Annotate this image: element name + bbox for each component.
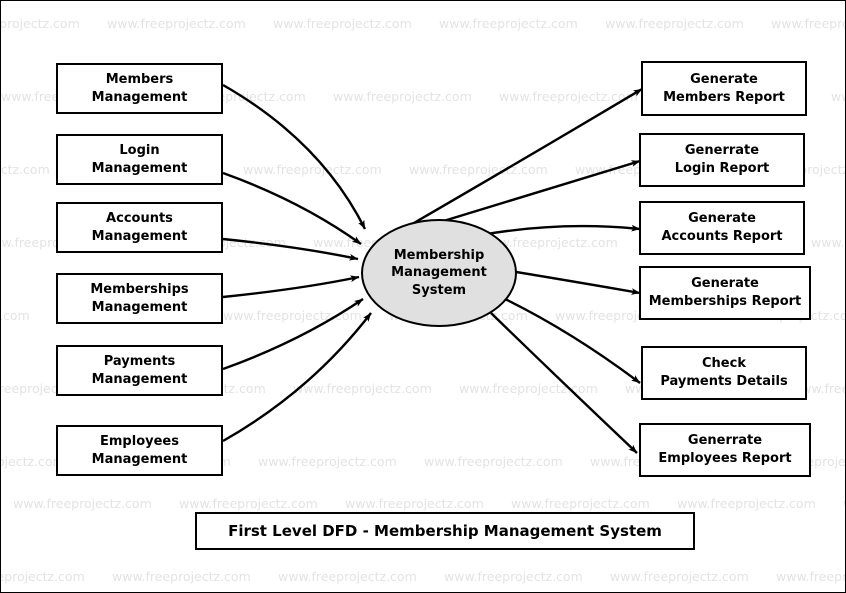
external-entity-accounts-management[interactable]: Accounts Management bbox=[56, 202, 223, 253]
process-label-line1: Membership bbox=[393, 247, 485, 263]
entity-label-line2: Management bbox=[91, 160, 188, 176]
entity-label-line2: Management bbox=[91, 89, 188, 105]
external-entity-employees-management[interactable]: Employees Management bbox=[56, 425, 223, 476]
entity-label-line1: Check bbox=[702, 356, 746, 372]
entity-label-line1: Memberships bbox=[90, 281, 189, 297]
entity-label-line1: Payments bbox=[103, 353, 176, 369]
external-entity-memberships-management[interactable]: Memberships Management bbox=[56, 273, 223, 324]
external-entity-payments-management[interactable]: Payments Management bbox=[56, 345, 223, 396]
external-entity-generrate-login-report[interactable]: Generrate Login Report bbox=[639, 133, 805, 187]
entity-label-line1: Accounts bbox=[106, 210, 173, 226]
external-entity-generate-memberships-report[interactable]: Generate Memberships Report bbox=[639, 266, 811, 320]
external-entity-generate-members-report[interactable]: Generate Members Report bbox=[641, 61, 807, 116]
entity-label-line2: Management bbox=[91, 371, 188, 387]
entity-label-line2: Payments Details bbox=[660, 374, 788, 389]
external-entity-generate-accounts-report[interactable]: Generate Accounts Report bbox=[639, 201, 805, 255]
entity-label-line2: Memberships Report bbox=[648, 294, 802, 309]
external-entity-check-payments-details[interactable]: Check Payments Details bbox=[641, 346, 807, 400]
entity-label-line2: Login Report bbox=[674, 161, 770, 176]
process-membership-management-system[interactable]: Membership Management System bbox=[361, 219, 517, 327]
entity-label-line1: Members bbox=[105, 71, 174, 87]
process-label-line2: Management bbox=[391, 265, 487, 281]
entity-label-line2: Members Report bbox=[663, 89, 785, 105]
process-label-line3: System bbox=[411, 282, 467, 298]
entity-label-line1: Generate bbox=[690, 71, 758, 87]
entity-label-line1: Employees bbox=[100, 433, 179, 449]
diagram-caption: First Level DFD - Membership Management … bbox=[195, 512, 695, 550]
external-entity-login-management[interactable]: Login Management bbox=[56, 134, 223, 185]
diagram-title: First Level DFD - Membership Management … bbox=[228, 522, 662, 540]
external-entity-generrate-employees-report[interactable]: Generrate Employees Report bbox=[639, 423, 811, 477]
entity-label-line1: Generate bbox=[691, 276, 759, 292]
entity-label-line1: Generrate bbox=[687, 433, 763, 449]
entity-label-line2: Employees Report bbox=[658, 451, 792, 466]
entity-label-line1: Generrate bbox=[684, 143, 760, 159]
external-entity-members-management[interactable]: Members Management bbox=[56, 63, 223, 114]
entity-label-line2: Management bbox=[91, 451, 188, 467]
entity-label-line1: Generate bbox=[688, 211, 756, 227]
entity-label-line2: Management bbox=[91, 299, 188, 315]
dfd-diagram-canvas: www.freeprojectz.comwww.freeprojectz.com… bbox=[0, 0, 846, 593]
entity-label-line1: Login bbox=[119, 142, 160, 158]
entity-label-line2: Management bbox=[91, 228, 188, 244]
entity-label-line2: Accounts Report bbox=[661, 229, 783, 244]
